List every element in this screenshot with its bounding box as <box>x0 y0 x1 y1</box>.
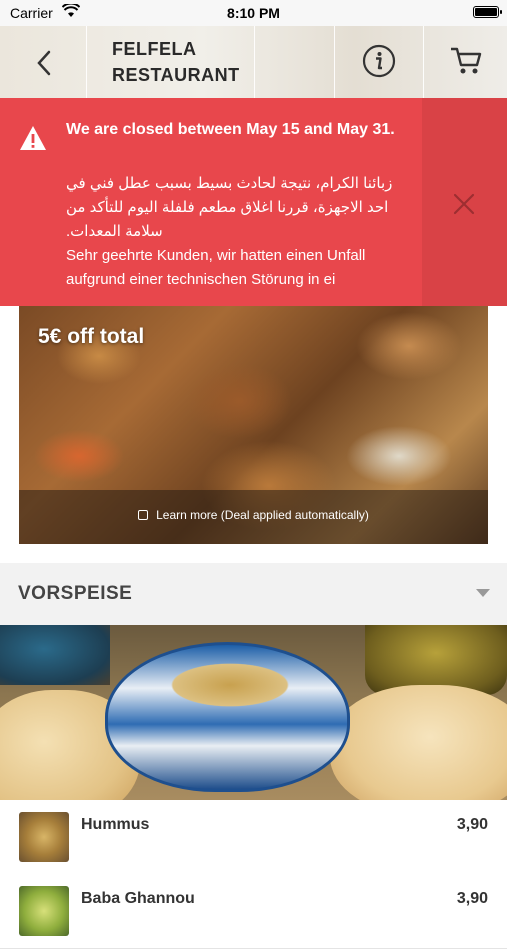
deal-learn-more-link[interactable]: Learn more (Deal applied automatically) <box>19 508 488 522</box>
chevron-left-icon <box>37 50 51 76</box>
deal-card[interactable]: 5€ off total Learn more (Deal applied au… <box>19 306 488 544</box>
category-title: VORSPEISE <box>18 583 133 604</box>
menu-item-thumbnail <box>19 886 69 936</box>
alert-body-arabic: زبائنا الكرام، نتيجة لحادث بسيط بسبب عطل… <box>66 175 393 240</box>
chevron-down-icon <box>476 589 490 597</box>
category-header-vorspeise[interactable]: VORSPEISE <box>0 563 507 625</box>
menu-item-name: Baba Ghannou <box>81 890 195 907</box>
close-icon[interactable] <box>453 193 475 215</box>
menu-item-price: 3,90 <box>456 890 488 907</box>
deal-learn-more-label: Learn more (Deal applied automatically) <box>156 508 369 522</box>
info-button[interactable] <box>334 26 424 98</box>
status-bar: Carrier 8:10 PM <box>0 0 507 26</box>
menu-item[interactable]: Baba Ghannou 3,90 <box>0 874 507 949</box>
menu-item-thumbnail <box>19 812 69 862</box>
hummus-bowl-graphic <box>105 642 350 792</box>
deal-learn-more-bar[interactable]: Learn more (Deal applied automatically) <box>19 490 488 544</box>
pot-graphic <box>0 625 110 685</box>
restaurant-title: FELFELA RESTAURANT <box>112 39 240 85</box>
alert-body: زبائنا الكرام، نتيجة لحادث بسيط بسبب عطل… <box>66 172 406 292</box>
battery-icon <box>473 6 502 18</box>
deal-info-icon <box>138 510 149 520</box>
clock: 8:10 PM <box>227 5 280 21</box>
menu-item[interactable]: Hummus 3,90 <box>0 800 507 875</box>
alert-heading: We are closed between May 15 and May 31. <box>66 121 395 138</box>
closure-alert-banner: We are closed between May 15 and May 31.… <box>0 98 507 306</box>
cart-icon <box>451 47 482 74</box>
deal-offer-text: 5€ off total <box>38 325 145 348</box>
category-hero-image <box>0 625 507 800</box>
info-icon <box>362 44 396 78</box>
restaurant-title-cell: FELFELA RESTAURANT <box>86 26 255 98</box>
bread-graphic <box>330 685 507 800</box>
menu-item-name: Hummus <box>81 816 150 833</box>
menu-item-price: 3,90 <box>456 816 488 833</box>
warning-icon <box>20 126 46 150</box>
top-nav: FELFELA RESTAURANT <box>0 26 507 98</box>
cart-button[interactable] <box>422 26 507 98</box>
alert-body-german: Sehr geehrte Kunden, wir hatten einen Un… <box>66 247 366 288</box>
back-button[interactable] <box>0 26 87 98</box>
